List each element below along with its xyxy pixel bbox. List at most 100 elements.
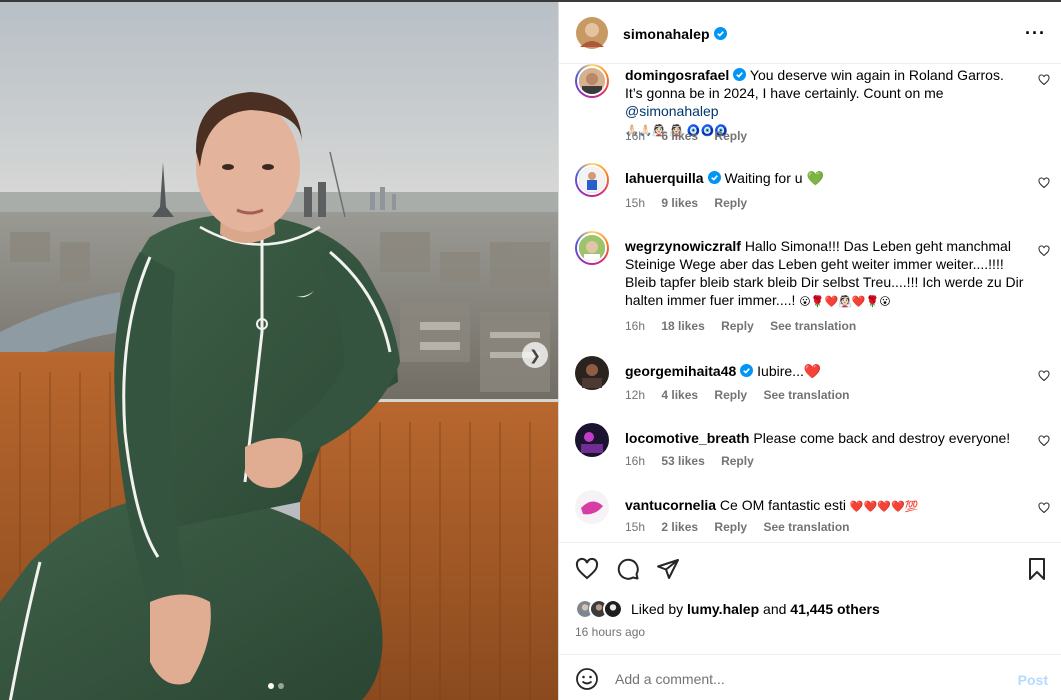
comment-time[interactable]: 15h (625, 196, 645, 210)
comment-time[interactable]: 16h (625, 319, 645, 333)
verified-badge-icon (740, 364, 754, 377)
reply-button[interactable]: Reply (714, 196, 747, 210)
commenter-avatar[interactable] (575, 231, 609, 265)
comment-emojis: 😮🌹❤️👰🏻❤️🌹😮 (799, 295, 891, 308)
add-comment-bar: Post (559, 654, 1061, 700)
comment-username[interactable]: wegrzynowiczralf (625, 238, 741, 254)
next-image-button[interactable]: ❯ (522, 342, 548, 368)
comment-likes[interactable]: 9 likes (661, 196, 698, 210)
comment-text: wegrzynowiczralf Hallo Simona!!! Das Leb… (625, 237, 1025, 311)
comment-time[interactable]: 16h (625, 454, 645, 468)
heart-icon[interactable] (1038, 435, 1050, 447)
comment-mention-link[interactable]: @simonahalep (625, 103, 719, 119)
comment-username[interactable]: vantucornelia (625, 497, 716, 513)
comment-username[interactable]: georgemihaita48 (625, 363, 736, 379)
commenter-avatar[interactable] (575, 490, 609, 524)
post-side-panel: simonahalep ··· domingosrafael You deser… (558, 2, 1061, 700)
heart-icon[interactable] (1038, 502, 1050, 514)
verified-badge-icon (707, 171, 721, 184)
comment-username[interactable]: lahuerquilla (625, 170, 704, 186)
comment-text: georgemihaita48 Iubire...❤️ (625, 362, 1025, 380)
comment-emojis: ❤️ (803, 363, 822, 379)
comment-time[interactable]: 15h (625, 520, 645, 534)
comment-meta: 12h 4 likes Reply See translation (625, 388, 862, 402)
carousel-dot-active (268, 683, 274, 689)
author-avatar[interactable] (576, 17, 608, 49)
comment-meta: 16h 18 likes Reply See translation (625, 319, 869, 333)
verified-badge-icon (733, 68, 747, 81)
comment-body: Please come back and destroy everyone! (753, 430, 1011, 446)
comment-meta: 15h 9 likes Reply (625, 196, 760, 210)
comment-likes[interactable]: 6 likes (661, 129, 698, 143)
commenter-avatar[interactable] (575, 423, 609, 457)
author-username[interactable]: simonahalep (623, 26, 727, 42)
reply-button[interactable]: Reply (714, 388, 747, 402)
comment-meta: 16h 6 likes Reply (625, 129, 760, 143)
comment-likes[interactable]: 53 likes (661, 454, 704, 468)
likes-prefix: Liked by (631, 601, 684, 617)
heart-icon[interactable] (1038, 74, 1050, 86)
heart-icon[interactable] (1038, 370, 1050, 382)
comment-time[interactable]: 16h (625, 129, 645, 143)
post-actions (559, 542, 1061, 592)
photo-illustration (0, 2, 558, 700)
comment-input[interactable] (615, 667, 995, 691)
commenter-photo (579, 68, 605, 94)
likes-text: Liked by lumy.halep and 41,445 others (631, 601, 880, 617)
commenter-photo (575, 423, 609, 457)
reply-button[interactable]: Reply (721, 319, 754, 333)
likes-and: and (763, 601, 787, 617)
see-translation-button[interactable]: See translation (763, 520, 849, 534)
comment-body: Ce OM fantastic esti (719, 497, 846, 513)
comment-likes[interactable]: 2 likes (661, 520, 698, 534)
share-icon[interactable] (656, 557, 680, 581)
emoji-icon[interactable] (575, 667, 599, 691)
heart-icon[interactable] (1038, 245, 1050, 257)
comment-body: Waiting for u (724, 170, 803, 186)
comment-likes[interactable]: 4 likes (661, 388, 698, 402)
verified-badge-icon (713, 27, 727, 40)
heart-icon[interactable] (1038, 177, 1050, 189)
see-translation-button[interactable]: See translation (770, 319, 856, 333)
reply-button[interactable]: Reply (714, 129, 747, 143)
post-timestamp[interactable]: 16 hours ago (575, 625, 645, 639)
post-dialog: ❯ simonahalep ··· domingosrafael You des… (0, 0, 1061, 700)
author-username-text[interactable]: simonahalep (623, 26, 710, 42)
post-header: simonahalep ··· (559, 2, 1061, 64)
see-translation-button[interactable]: See translation (763, 388, 849, 402)
heart-icon[interactable] (575, 557, 599, 581)
likes-others-link[interactable]: 41,445 others (790, 601, 880, 617)
comment-icon[interactable] (616, 557, 640, 581)
commenter-avatar[interactable] (575, 64, 609, 98)
post-photo[interactable]: ❯ (0, 2, 558, 700)
reply-button[interactable]: Reply (714, 520, 747, 534)
comment-username[interactable]: domingosrafael (625, 67, 729, 83)
bookmark-icon[interactable] (1025, 557, 1049, 581)
commenter-avatar[interactable] (575, 163, 609, 197)
more-horizontal-icon[interactable]: ··· (1025, 23, 1046, 44)
comment-emojis: ❤️❤️❤️❤️💯 (849, 500, 919, 513)
liked-by-user-link[interactable]: lumy.halep (687, 601, 759, 617)
comment-body: Iubire... (757, 363, 804, 379)
comments-list: domingosrafael You deserve win again in … (559, 64, 1061, 542)
carousel-dot (278, 683, 284, 689)
comment-meta: 16h 53 likes Reply (625, 454, 767, 468)
comment-username[interactable]: locomotive_breath (625, 430, 749, 446)
reply-button[interactable]: Reply (721, 454, 754, 468)
comment-text: lahuerquilla Waiting for u 💚 (625, 169, 1025, 187)
likes-summary: Liked by lumy.halep and 41,445 others (575, 597, 880, 621)
liker-avatar[interactable] (603, 599, 623, 619)
comment-meta: 15h 2 likes Reply See translation (625, 520, 862, 534)
commenter-photo (575, 490, 609, 524)
comment-time[interactable]: 12h (625, 388, 645, 402)
carousel-dots (268, 683, 284, 689)
comment-emojis: 💚 (806, 170, 824, 186)
post-comment-button[interactable]: Post (1018, 672, 1048, 688)
commenter-photo (579, 235, 605, 261)
comment-likes[interactable]: 18 likes (661, 319, 704, 333)
comment-text: vantucornelia Ce OM fantastic esti ❤️❤️❤… (625, 496, 1025, 516)
comment-text: locomotive_breath Please come back and d… (625, 429, 1025, 447)
commenter-photo (575, 356, 609, 390)
commenter-avatar[interactable] (575, 356, 609, 390)
commenter-photo (579, 167, 605, 193)
